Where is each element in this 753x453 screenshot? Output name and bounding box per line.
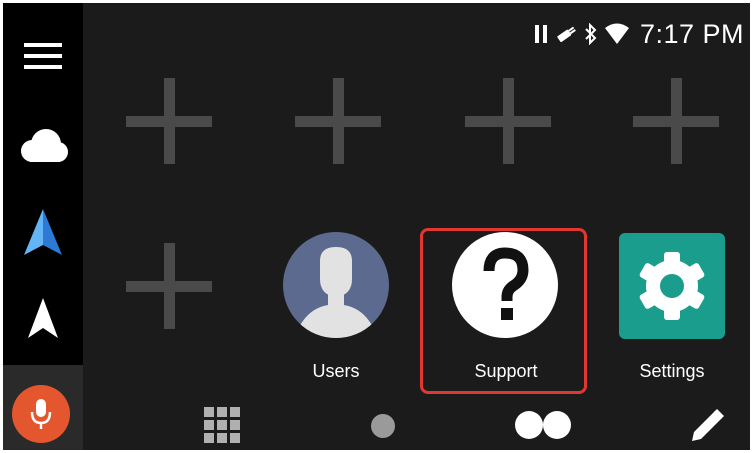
- add-plus-icon[interactable]: [631, 76, 721, 166]
- menu-button[interactable]: [3, 33, 83, 78]
- cloud-icon: [21, 129, 68, 162]
- user-avatar-icon: [283, 232, 389, 338]
- android-auto-navigation-icon: [24, 209, 62, 255]
- left-sidebar: [3, 3, 83, 450]
- usb-plug-icon: [557, 26, 576, 43]
- add-plus-icon[interactable]: [463, 76, 553, 166]
- car-display: 7:17 PM Users Support Settings: [3, 3, 750, 450]
- navigation-arrow-icon: [28, 298, 58, 338]
- microphone-button[interactable]: [12, 385, 70, 443]
- add-plus-icon[interactable]: [293, 76, 383, 166]
- maps-button[interactable]: [3, 203, 83, 263]
- users-label: Users: [312, 361, 360, 381]
- support-app[interactable]: [451, 231, 559, 339]
- cloud-button[interactable]: [3, 121, 83, 171]
- page-2-button[interactable]: [513, 407, 573, 443]
- app-grid-icon: [204, 407, 240, 443]
- settings-app[interactable]: [619, 233, 725, 339]
- add-plus-icon[interactable]: [124, 241, 214, 331]
- microphone-icon: [30, 399, 52, 429]
- users-app[interactable]: [282, 231, 390, 339]
- page-indicator-dot: [371, 414, 395, 438]
- app-grid-button[interactable]: [201, 404, 243, 446]
- edit-button[interactable]: [688, 405, 728, 445]
- wifi-icon: [604, 23, 629, 44]
- settings-label: Settings: [639, 361, 705, 381]
- navigation-button[interactable]: [3, 293, 83, 343]
- status-time: 7:17 PM: [639, 18, 744, 49]
- pause-icon: [534, 25, 547, 43]
- bluetooth-icon: [585, 23, 597, 45]
- support-label: Support: [474, 361, 538, 381]
- gear-icon: [619, 233, 725, 339]
- add-plus-icon[interactable]: [124, 76, 214, 166]
- edit-pencil-icon: [692, 409, 724, 441]
- status-bar: 7:17 PM: [534, 17, 744, 51]
- page-1-button[interactable]: [368, 411, 398, 441]
- question-mark-icon: [452, 232, 558, 338]
- menu-icon: [24, 42, 62, 69]
- dual-dots-icon: [515, 411, 571, 439]
